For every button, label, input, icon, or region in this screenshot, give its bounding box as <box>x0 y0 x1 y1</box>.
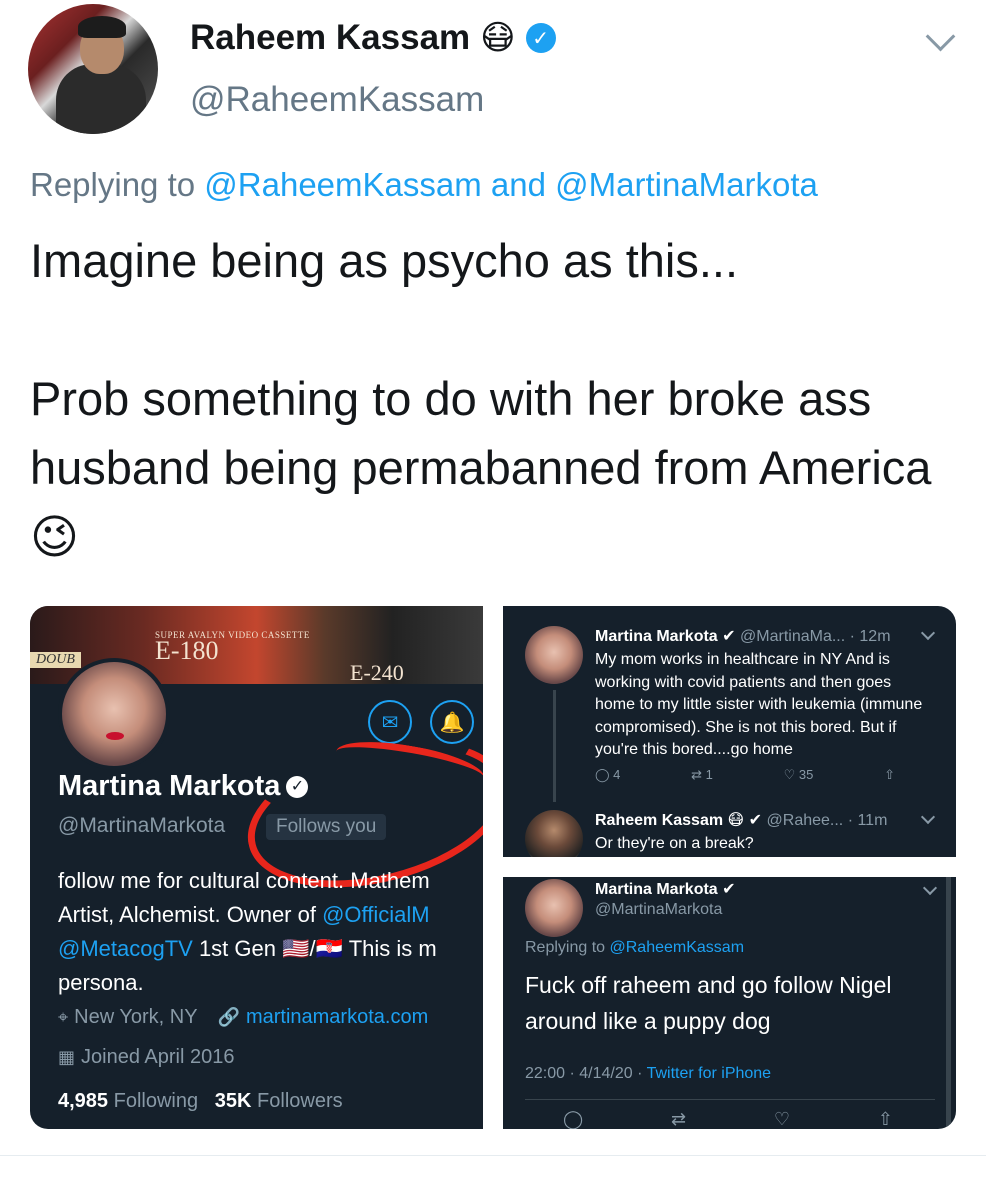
profile-avatar <box>58 658 170 770</box>
profile-location: New York, NY <box>74 1006 198 1028</box>
profile-joined-row: ▦ Joined April 2016 <box>58 1046 234 1069</box>
retweet-icon: ⇄ 1 <box>691 767 713 782</box>
tweet-text-line-2: Prob something to do with her broke ass … <box>30 372 932 563</box>
reply-count: 4 <box>613 767 621 782</box>
thread-tweet2-text: Or they're on a break? <box>595 835 754 852</box>
verified-badge-icon: ✔ <box>748 812 763 829</box>
share-icon: ⇧ <box>884 767 895 782</box>
bio-line-2: Artist, Alchemist. Owner of @OfficialM <box>58 898 483 932</box>
author-display-name[interactable]: Raheem Kassam 😷 ✓ <box>190 18 556 58</box>
profile-name-text: Martina Markota <box>58 770 281 802</box>
verified-badge-icon: ✔ <box>722 881 736 898</box>
detail-reply-text: Fuck off raheem and go follow Nigel arou… <box>525 972 892 1034</box>
verified-badge-icon: ✔ <box>722 628 736 645</box>
share-icon: ⇧ <box>877 1109 893 1129</box>
replying-to-line: Replying to @RaheemKassam and @MartinaMa… <box>30 166 818 204</box>
thread-tweet2-name: Raheem Kassam 😷 <box>595 812 745 829</box>
profile-stats: 4,985 Following 35K Followers <box>58 1090 343 1113</box>
detail-avatar <box>525 879 583 937</box>
heart-icon: ♡ <box>773 1109 791 1129</box>
bio-mention-metacog: @MetacogTV <box>58 936 193 961</box>
banner-caption-right: E-240 <box>350 660 404 685</box>
tweet-body: Imagine being as psycho as this... Prob … <box>30 226 960 571</box>
replying-and[interactable]: and <box>491 166 546 203</box>
thread-avatar-raheem <box>525 810 583 857</box>
detail-actions: ◯ ⇄ ♡ ⇧ <box>563 1109 893 1129</box>
thread-avatar-martina <box>525 626 583 684</box>
avatar-figure-hair <box>78 16 126 38</box>
like-count: 35 <box>798 767 814 782</box>
bio-line-3: @MetacogTV 1st Gen 🇺🇸/🇭🇷 This is m <box>58 932 483 966</box>
location-pin-icon: ⌖ <box>58 1007 69 1027</box>
thread-tweet2-header: Raheem Kassam 😷 ✔ @Rahee... · 11m <box>595 810 887 830</box>
verified-badge-icon: ✓ <box>525 23 556 53</box>
chevron-down-icon <box>922 880 938 896</box>
detail-meta: 22:00 · 4/14/20 · Twitter for iPhone <box>525 1065 771 1083</box>
avatar-figure-body <box>56 64 146 134</box>
profile-joined: Joined April 2016 <box>81 1046 235 1068</box>
replying-mention-raheem[interactable]: @RaheemKassam <box>204 166 481 203</box>
mask-emoji-icon: 😷 <box>480 19 516 57</box>
thread-tweet1-actions: ◯ 4 ⇄ 1 ♡ 35 ⇧ <box>595 767 895 783</box>
detail-timestamp: 22:00 · 4/14/20 · <box>525 1065 643 1082</box>
retweet-count: 1 <box>705 767 713 782</box>
bio-line-1: follow me for cultural content. Mathem <box>58 868 430 893</box>
tweet-text-line-1: Imagine being as psycho as this... <box>30 234 739 287</box>
media-image-profile[interactable]: DOUB SUPER AVALYN VIDEO CASSETTE E-180 E… <box>30 606 483 1129</box>
author-handle[interactable]: @RaheemKassam <box>190 80 484 120</box>
bio-mention-official: @OfficialM <box>322 902 430 927</box>
detail-name-text: Martina Markota <box>595 881 718 898</box>
thread-tweet1-text: My mom works in healthcare in NY And is … <box>595 651 923 758</box>
followers-count: 35K <box>214 1090 252 1112</box>
detail-divider <box>525 1099 935 1100</box>
heart-icon: ♡ 35 <box>783 767 814 782</box>
media-image-thread[interactable]: Martina Markota ✔ @MartinaMa... · 12m My… <box>503 606 956 857</box>
link-icon: 🔗 <box>217 1007 240 1027</box>
banner-caption-big: E-180 <box>155 636 219 665</box>
profile-handle: @MartinaMarkota <box>58 814 226 837</box>
reply-icon: ◯ 4 <box>595 767 621 782</box>
author-name-text: Raheem Kassam <box>190 18 471 57</box>
bio-line-2-text: Artist, Alchemist. Owner of <box>58 902 323 927</box>
author-avatar[interactable] <box>28 4 158 134</box>
profile-website: martinamarkota.com <box>245 1006 429 1028</box>
bio-line-3-text: 1st Gen 🇺🇸/🇭🇷 This is m <box>192 936 437 961</box>
following-count: 4,985 <box>58 1090 109 1112</box>
thread-connector-line <box>553 690 556 802</box>
detail-client: Twitter for iPhone <box>646 1065 772 1082</box>
calendar-icon: ▦ <box>58 1047 76 1067</box>
bottom-divider <box>0 1155 986 1156</box>
profile-bio: follow me for cultural content. Mathem A… <box>58 864 483 1000</box>
thread-tweet1-name: Martina Markota <box>595 628 718 645</box>
chevron-down-icon[interactable] <box>925 21 956 52</box>
mail-icon: ✉ <box>368 700 412 744</box>
bio-line-4: persona. <box>58 970 144 995</box>
replying-mention-martina[interactable]: @MartinaMarkota <box>555 166 818 203</box>
detail-name: Martina Markota ✔ <box>595 879 736 899</box>
detail-replying-line: Replying to @RaheemKassam <box>525 939 744 957</box>
thread-tweet2-meta: @Rahee... · 11m <box>766 812 888 829</box>
retweet-icon: ⇄ <box>670 1109 687 1129</box>
reply-icon: ◯ <box>563 1109 584 1129</box>
replying-prefix: Replying to <box>30 166 196 203</box>
following-label: Following <box>113 1090 199 1112</box>
notification-bell-icon: 🔔 <box>430 700 474 744</box>
profile-meta-row: ⌖ New York, NY 🔗 martinamarkota.com <box>58 1006 428 1029</box>
detail-handle: @MartinaMarkota <box>595 901 723 918</box>
detail-replying-prefix: Replying to <box>525 939 606 956</box>
scrollbar <box>946 877 951 1129</box>
chevron-down-icon <box>920 809 936 825</box>
banner-caption-left: DOUB <box>30 652 81 668</box>
thread-tweet1-meta: @MartinaMa... · 12m <box>740 628 891 645</box>
media-image-reply-detail[interactable]: Martina Markota ✔ @MartinaMarkota Replyi… <box>503 877 956 1129</box>
followers-label: Followers <box>257 1090 343 1112</box>
chevron-down-icon <box>920 625 936 641</box>
thread-tweet1-header: Martina Markota ✔ @MartinaMa... · 12m <box>595 626 891 646</box>
detail-replying-mention: @RaheemKassam <box>609 939 745 956</box>
